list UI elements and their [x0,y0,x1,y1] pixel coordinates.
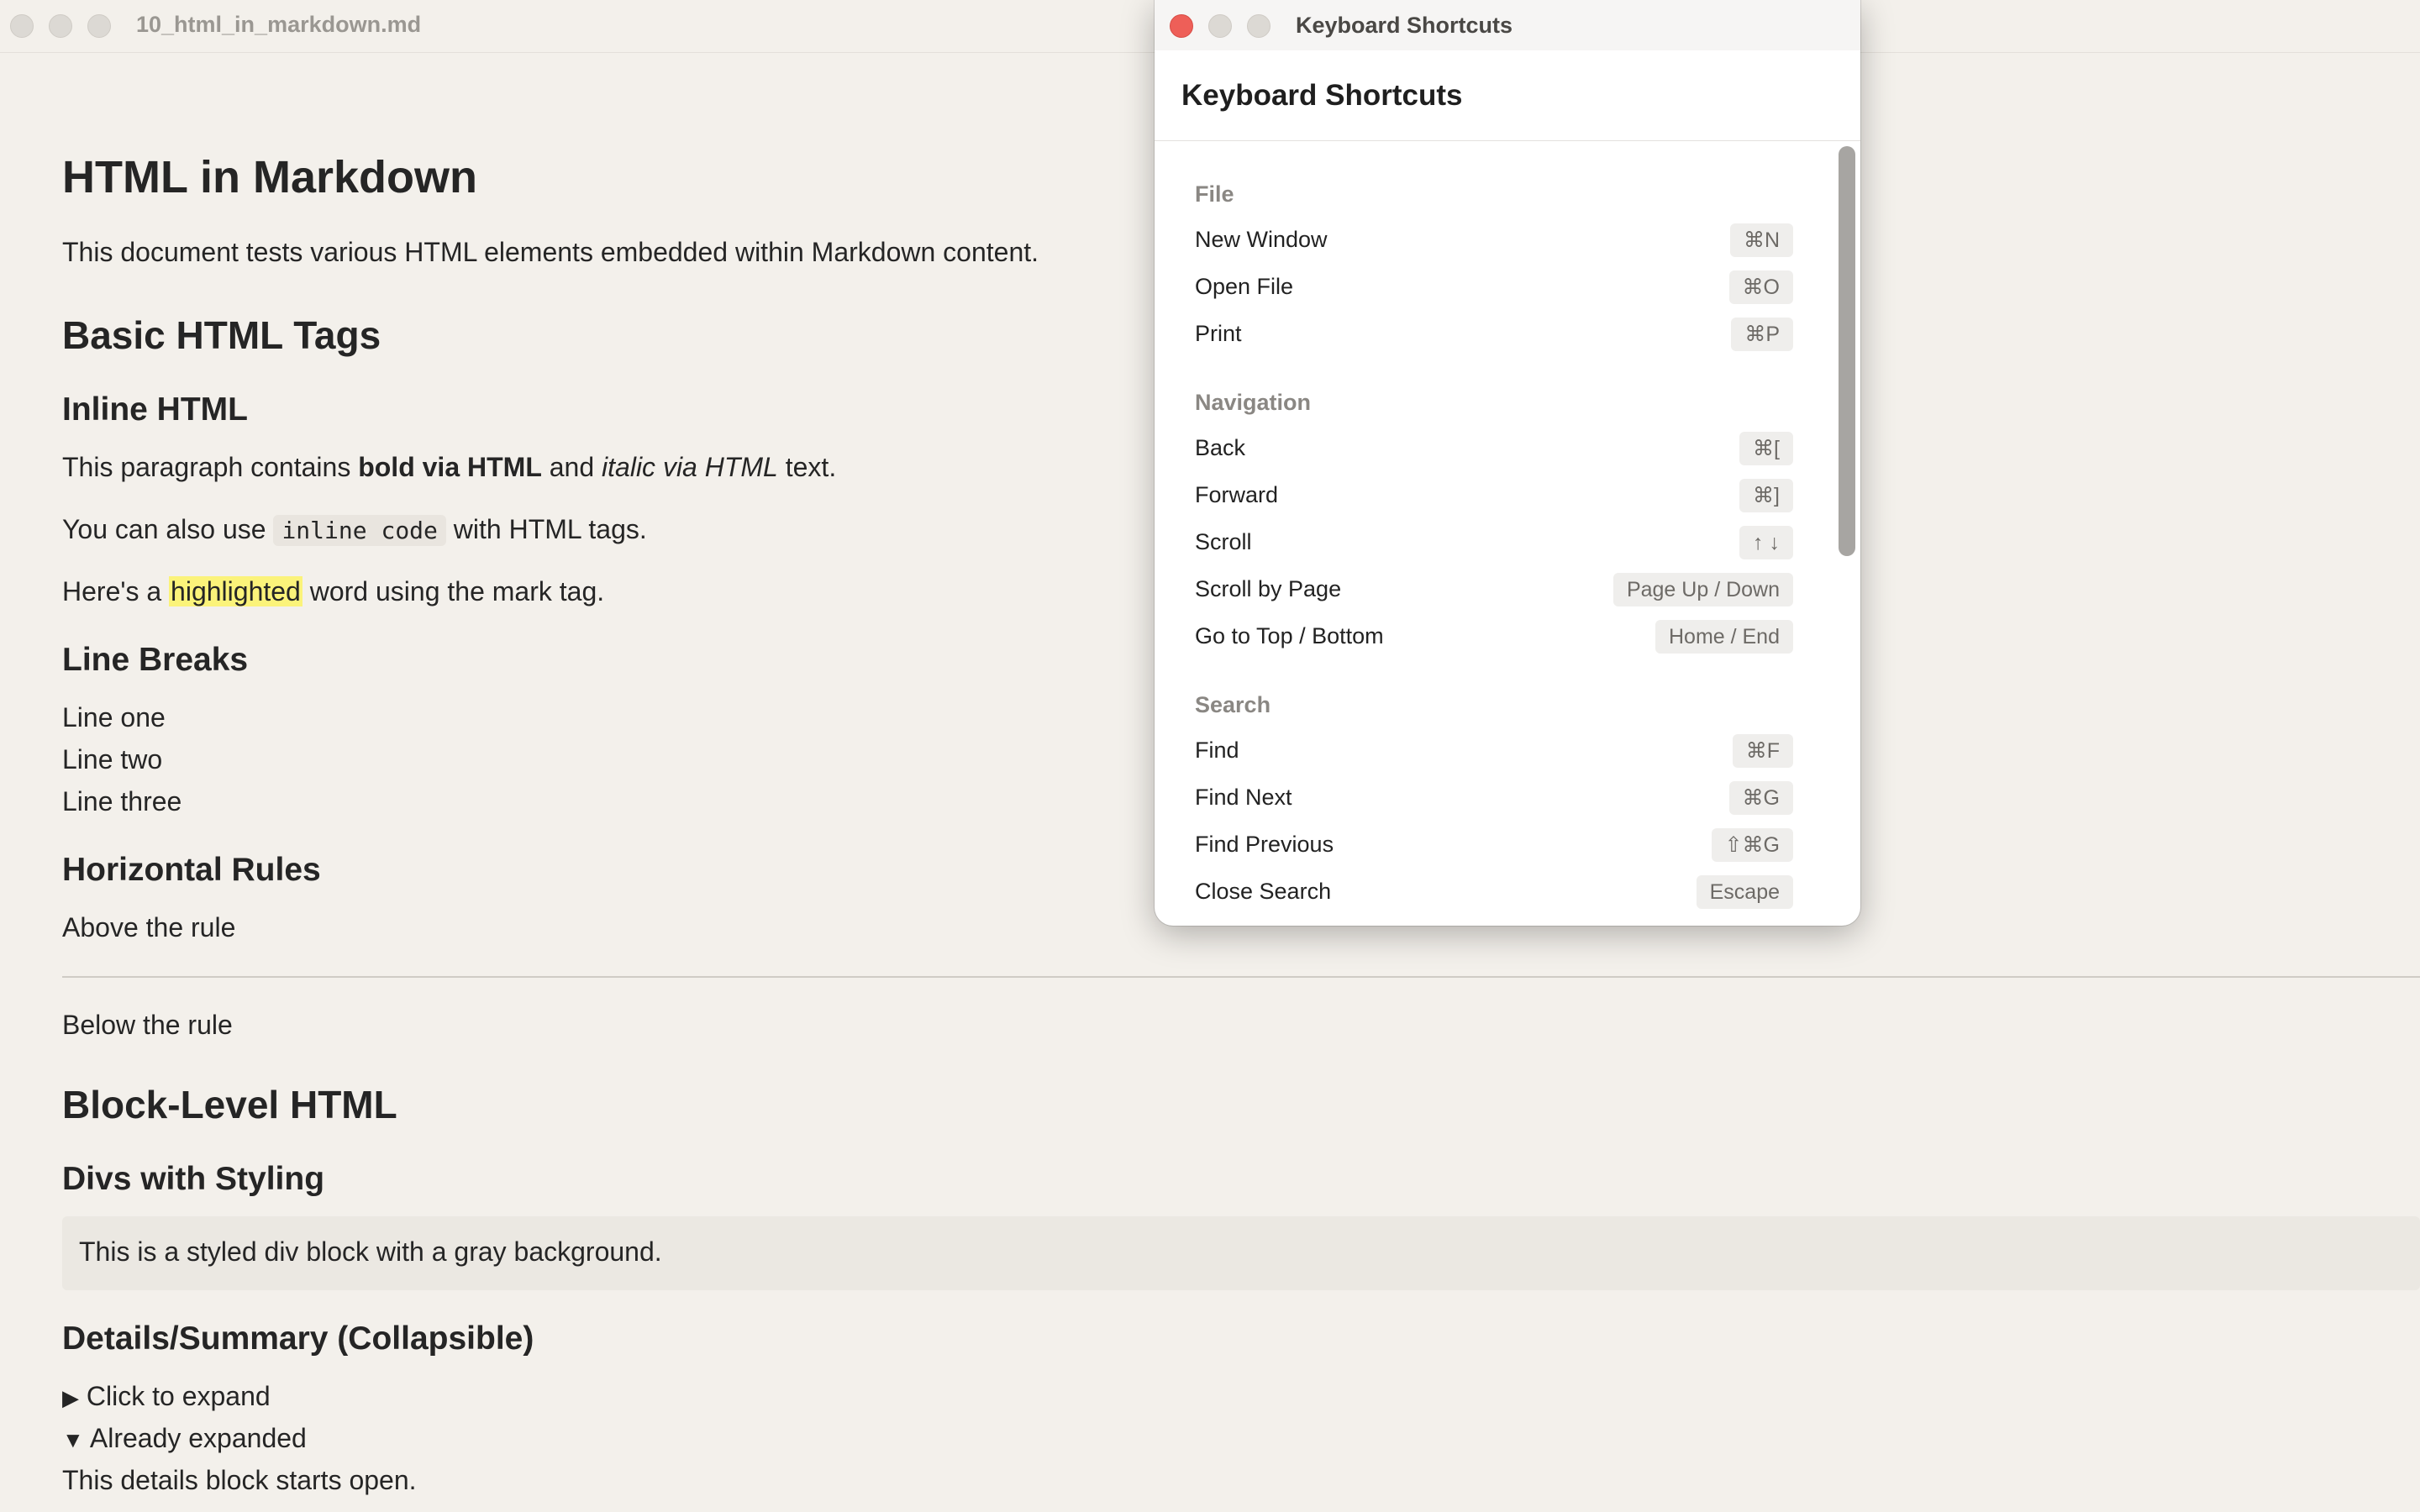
shortcut-label: Find Next [1195,785,1292,810]
below-rule-text: Below the rule [62,1010,233,1040]
inline-paragraph-2: You can also use inline code with HTML t… [62,514,647,546]
line-one: Line one [62,702,166,732]
shortcut-key: Escape [1696,875,1793,909]
shortcut-label: Go to Top / Bottom [1195,623,1384,648]
shortcut-row: Forward ⌘] [1195,472,1793,519]
bold-text: bold via HTML [358,452,542,482]
shortcut-key: ⌘N [1729,223,1793,257]
keyboard-shortcuts-window: Keyboard Shortcuts Keyboard Shortcuts Fi… [1155,0,1860,926]
shortcut-label: Open File [1195,274,1294,299]
shortcut-label: Scroll by Page [1195,576,1342,601]
shortcut-key: ⌘G [1728,781,1793,815]
horizontal-rule [62,976,2420,978]
shortcut-key: ⌘O [1728,270,1793,304]
heading-line-breaks: Line Breaks [62,642,249,678]
intro-paragraph: This document tests various HTML element… [62,237,1039,267]
details-expanded-summary[interactable]: ▼ Already expanded [62,1423,307,1454]
close-button[interactable] [1170,14,1193,38]
shortcut-label: Back [1195,435,1246,460]
heading-details-summary: Details/Summary (Collapsible) [62,1320,534,1357]
heading-block-level-html: Block-Level HTML [62,1083,397,1126]
heading-inline-html: Inline HTML [62,391,248,428]
shortcut-row: Scroll by Page Page Up / Down [1195,566,1793,613]
shortcut-key: ⌘] [1739,479,1793,512]
window-title: 10_html_in_markdown.md [136,12,422,37]
shortcut-key: ⌘[ [1739,432,1793,465]
triangle-down-icon: ▼ [62,1427,84,1452]
styled-div-text: This is a styled div block with a gray b… [79,1236,662,1267]
highlighted-word: highlighted [169,576,302,606]
inline-code: inline code [273,515,446,546]
shortcuts-heading: Keyboard Shortcuts [1181,79,1463,112]
line-three: Line three [62,786,182,816]
details-collapsed-summary[interactable]: ▶ Click to expand [62,1381,271,1412]
shortcut-row: Close Search Escape [1195,869,1793,916]
heading-horizontal-rules: Horizontal Rules [62,852,321,888]
shortcut-row: Find ⌘F [1195,727,1793,774]
shortcut-row: Open File ⌘O [1195,264,1793,311]
heading-basic-html-tags: Basic HTML Tags [62,313,381,357]
text: This paragraph contains [62,452,359,482]
minimize-button-inactive[interactable] [49,14,72,38]
summary-label: Click to expand [86,1381,271,1411]
shortcut-key: ⌘P [1731,318,1793,351]
section-title-search: Search [1195,692,1271,717]
shortcut-label: Forward [1195,482,1279,507]
shortcut-label: Print [1195,321,1242,346]
section-title-navigation: Navigation [1195,390,1312,415]
zoom-button-inactive[interactable] [87,14,111,38]
shortcuts-window-title: Keyboard Shortcuts [1296,13,1513,38]
text: text. [777,452,837,482]
minimize-button[interactable] [1208,14,1232,38]
triangle-right-icon: ▶ [62,1385,79,1410]
shortcut-row: Go to Top / Bottom Home / End [1195,613,1793,660]
zoom-button[interactable] [1247,14,1270,38]
close-button-inactive[interactable] [10,14,34,38]
styled-div-block: This is a styled div block with a gray b… [62,1216,2420,1290]
shortcut-row: Find Next ⌘G [1195,774,1793,822]
shortcut-key: Page Up / Down [1612,573,1793,606]
shortcut-label: Find [1195,738,1239,763]
section-title-file: File [1195,181,1234,207]
shortcut-label: Close Search [1195,879,1332,904]
text: and [541,452,602,482]
shortcut-label: Scroll [1195,529,1252,554]
shortcuts-titlebar: Keyboard Shortcuts [1155,0,1860,51]
shortcut-row: Find Previous ⇧⌘G [1195,822,1793,869]
text: word using the mark tag. [302,576,605,606]
above-rule-text: Above the rule [62,912,236,942]
summary-label: Already expanded [89,1423,307,1453]
inline-paragraph-1: This paragraph contains bold via HTML an… [62,452,836,483]
text: You can also use [62,514,274,544]
details-body-text: This details block starts open. [62,1465,417,1495]
scrollbar-thumb[interactable] [1839,146,1855,556]
line-two: Line two [62,744,163,774]
shortcut-row: Print ⌘P [1195,311,1793,358]
shortcut-key: ⇧⌘G [1711,828,1793,862]
text: with HTML tags. [445,514,647,544]
heading-divs-with-styling: Divs with Styling [62,1161,325,1197]
doc-heading-h1: HTML in Markdown [62,152,477,202]
shortcut-row: Scroll ↑ ↓ [1195,519,1793,566]
shortcut-label: Find Previous [1195,832,1334,857]
italic-text: italic via HTML [602,452,778,482]
text: Here's a [62,576,170,606]
shortcut-label: New Window [1195,227,1328,252]
shortcut-row: Back ⌘[ [1195,425,1793,472]
shortcut-key: Home / End [1655,620,1793,654]
shortcut-key: ⌘F [1732,734,1793,768]
shortcuts-header: Keyboard Shortcuts [1155,50,1860,141]
shortcut-key: ↑ ↓ [1739,526,1793,559]
shortcuts-list[interactable]: File New Window ⌘N Open File ⌘O Print ⌘P… [1155,141,1860,926]
shortcut-row: New Window ⌘N [1195,217,1793,264]
inline-paragraph-3: Here's a highlighted word using the mark… [62,576,604,607]
